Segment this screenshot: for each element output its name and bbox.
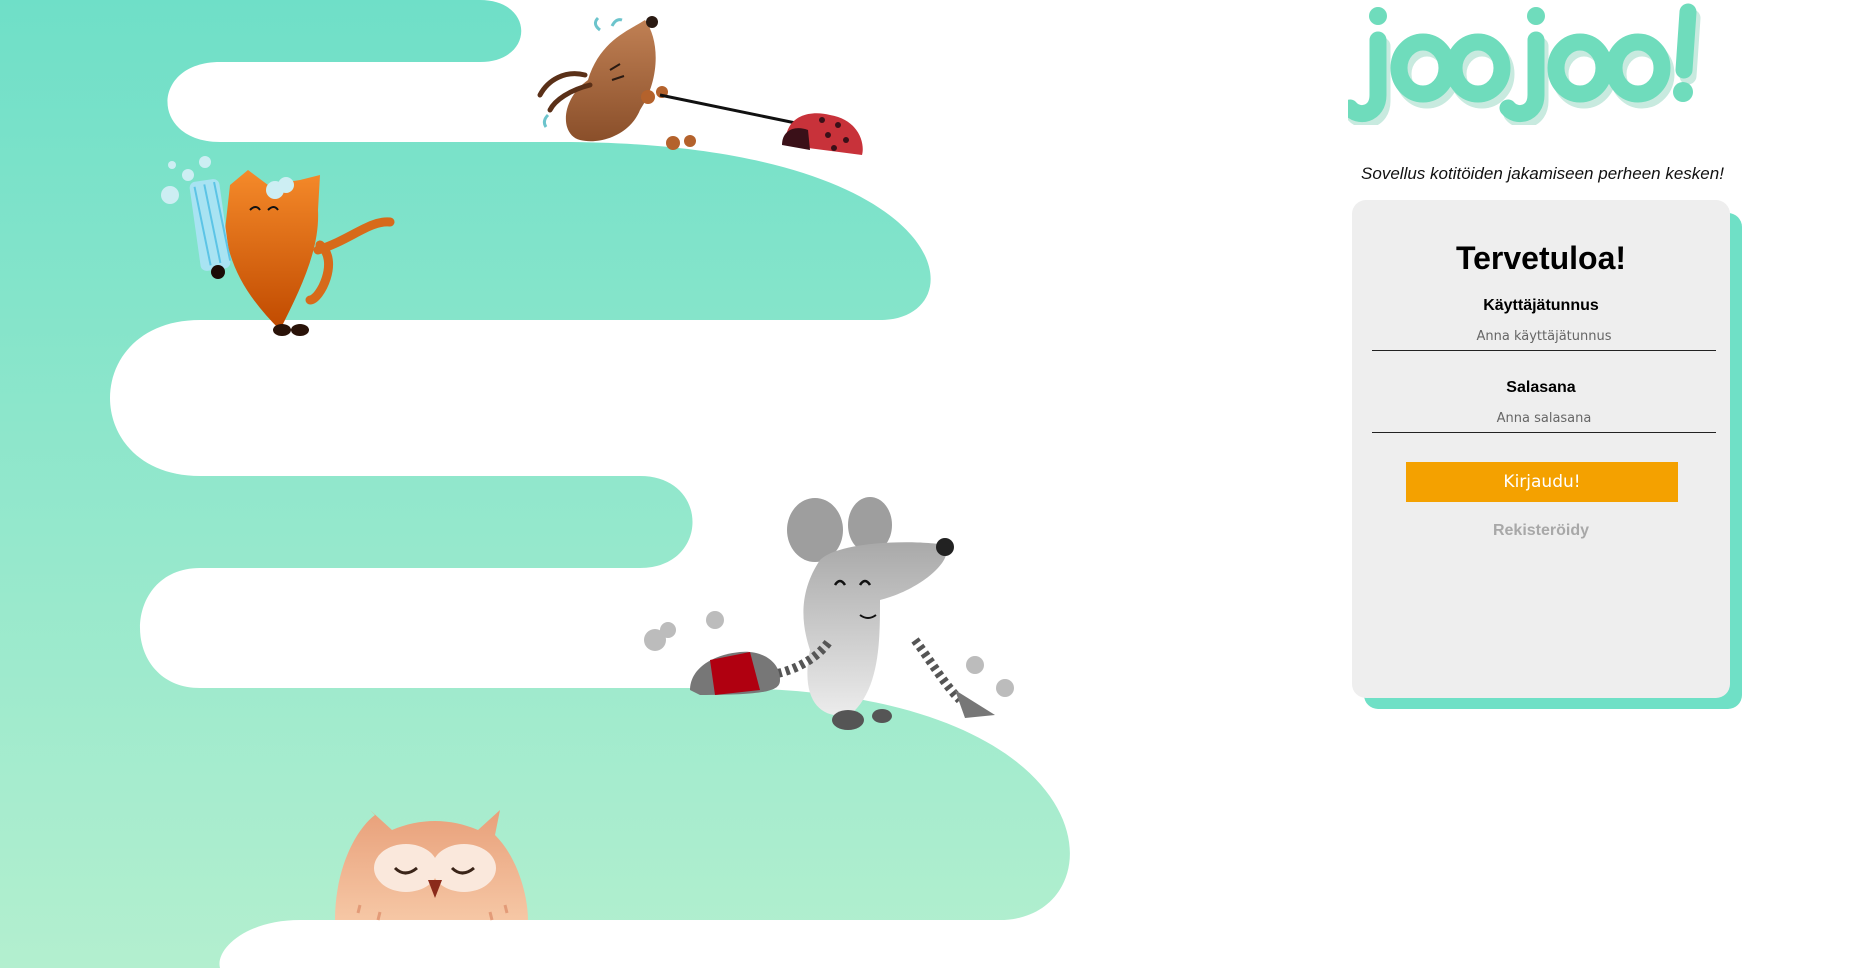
login-button[interactable]: Kirjaudu! xyxy=(1406,462,1678,502)
joojoo-logo xyxy=(1348,3,1701,125)
decorative-path-illustration xyxy=(0,0,1070,968)
register-link[interactable]: Rekisteröidy xyxy=(1352,522,1730,540)
dog-illustration xyxy=(537,16,816,150)
login-heading: Tervetuloa! xyxy=(1455,240,1627,276)
login-card: Tervetuloa! Käyttäjätunnus Salasana Kirj… xyxy=(1352,200,1730,698)
tagline: Sovellus kotitöiden jakamiseen perheen k… xyxy=(1361,164,1724,183)
password-label: Salasana xyxy=(1506,379,1576,396)
winding-path xyxy=(0,0,1070,968)
ladybug-illustration xyxy=(782,113,863,155)
username-input[interactable] xyxy=(1372,322,1716,351)
username-label: Käyttäjätunnus xyxy=(1483,297,1599,314)
password-input[interactable] xyxy=(1372,404,1716,433)
